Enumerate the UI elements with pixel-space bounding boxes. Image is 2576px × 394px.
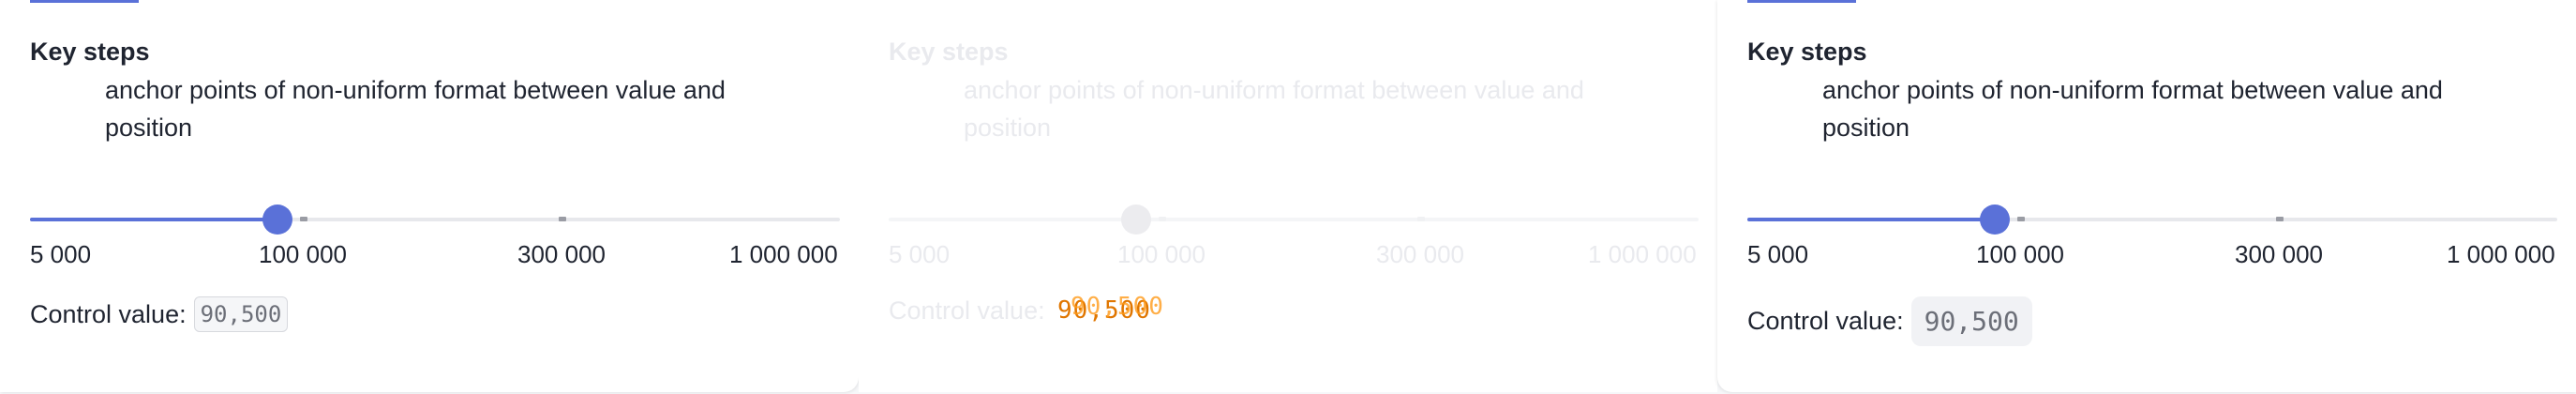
demo-panel-styled: Key steps anchor points of non-uniform f… [1717,0,2576,392]
control-value-row: Control value: 90,500 [1747,296,2032,346]
control-label: Control value: [889,296,1045,325]
tick-label: 1 000 000 [1588,240,1697,268]
panel-description: anchor points of non-uniform format betw… [964,76,1584,142]
slider-track [889,218,1699,221]
panel-description: anchor points of non-uniform format betw… [1822,76,2443,142]
step-mark-100000 [1159,217,1166,221]
slider-thumb[interactable] [262,205,292,235]
tick-label: 5 000 [30,240,92,268]
demo-panel-default: Key steps anchor points of non-uniform f… [0,0,859,392]
tick-label: 1 000 000 [729,240,838,268]
panel-title: Key steps [889,38,1009,66]
slider-fill [1747,218,1995,221]
step-mark-300000 [1417,217,1425,221]
tick-label: 100 000 [1117,240,1206,268]
range-slider [889,205,1699,235]
control-value-row: Control value: 90,500 [30,296,289,332]
demo-panel-disabled: Key steps anchor points of non-uniform f… [859,0,1717,392]
control-value: 90,500 [1910,296,2032,346]
tick-label: 5 000 [889,240,951,268]
panel-title: Key steps [30,38,150,66]
tab-indicator [1747,0,1856,3]
tick-label: 5 000 [1747,240,1809,268]
step-mark-100000 [2017,217,2025,221]
tab-indicator [30,0,139,3]
control-label: Control value: [1747,307,1904,335]
range-slider[interactable] [1747,205,2557,235]
tick-label: 100 000 [259,240,347,268]
control-label: Control value: [30,299,187,328]
tick-label: 1 000 000 [2447,240,2555,268]
tick-label: 300 000 [1376,240,1464,268]
range-slider[interactable] [30,205,840,235]
control-value: 90,500 [193,296,289,332]
tick-label: 300 000 [2235,240,2323,268]
step-mark-300000 [559,217,566,221]
control-value-overlay: 90,500 [1071,293,1164,321]
slider-fill [30,218,277,221]
slider-thumb[interactable] [1980,205,2010,235]
step-mark-100000 [300,217,307,221]
slider-thumb [1121,205,1151,235]
tick-label: 300 000 [517,240,606,268]
panel-title: Key steps [1747,38,1867,66]
control-value-row: Control value: [889,296,1045,326]
tick-label: 100 000 [1976,240,2064,268]
panel-description: anchor points of non-uniform format betw… [105,76,726,142]
step-mark-300000 [2276,217,2284,221]
